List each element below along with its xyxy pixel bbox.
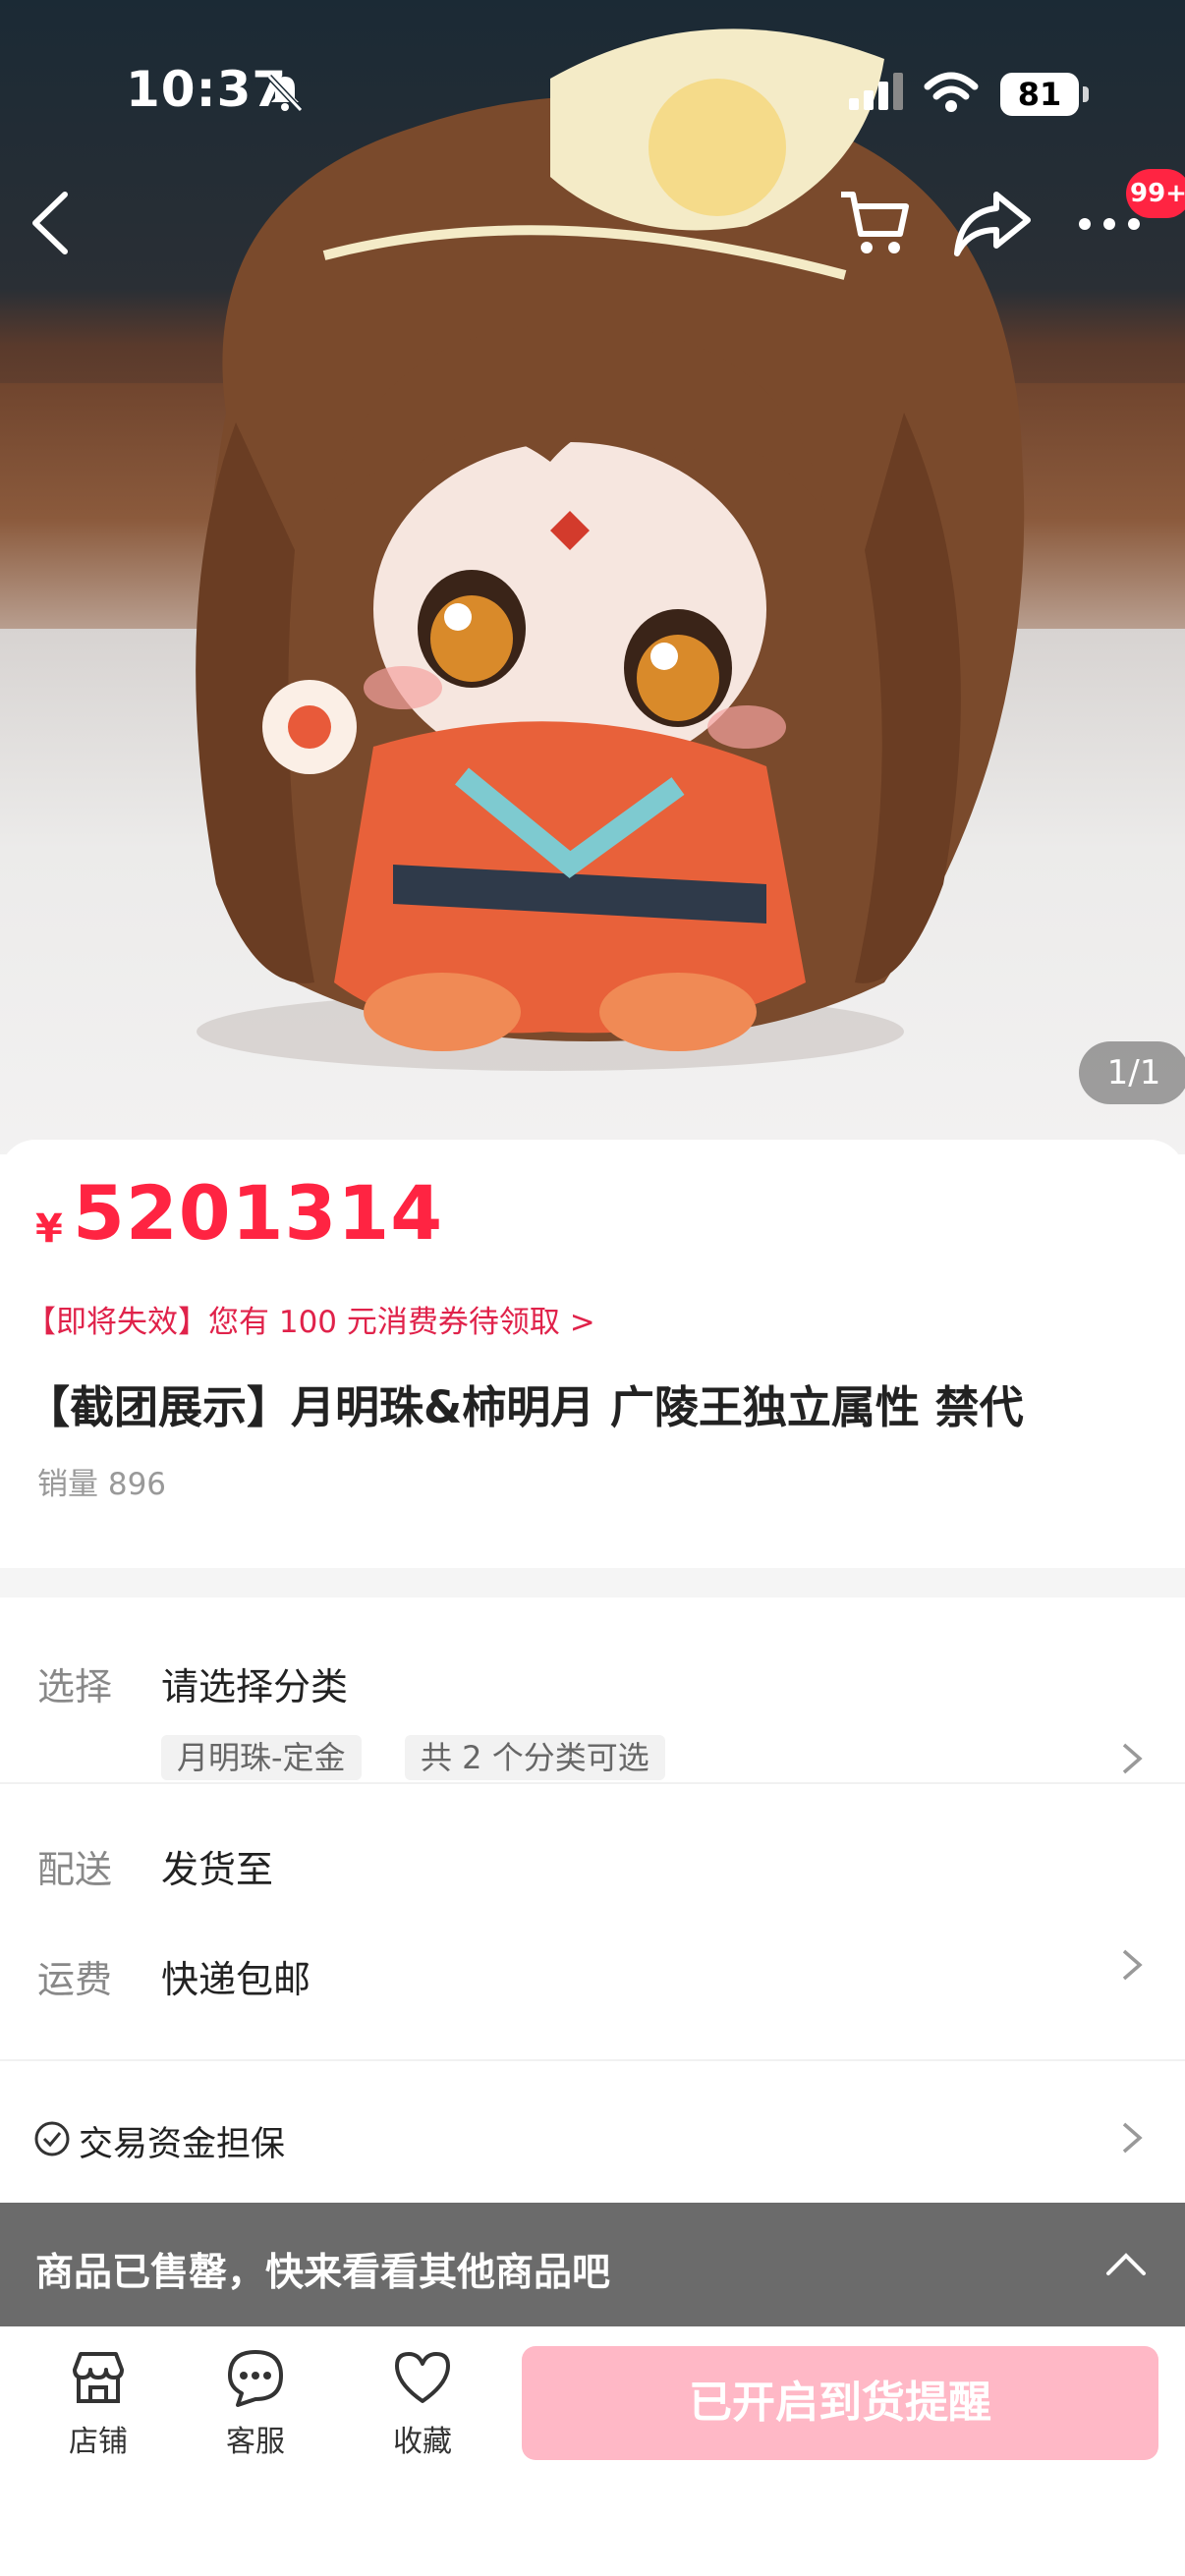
select-label: 选择: [37, 1665, 113, 1708]
variant-chip[interactable]: 月明珠-定金: [161, 1735, 362, 1780]
bell-muted-icon: [266, 74, 304, 113]
coupon-link[interactable]: 【即将失效】您有 100 元消费券待领取 >: [26, 1297, 595, 1341]
chevron-right-icon[interactable]: [1120, 1947, 1144, 1983]
section-divider: [0, 1568, 1185, 1597]
delivery-label: 配送: [37, 1848, 113, 1891]
cart-icon[interactable]: [837, 187, 912, 261]
sold-out-text: 商品已售罄，快来看看其他商品吧: [35, 2251, 611, 2295]
tab-store[interactable]: 店铺: [39, 2346, 157, 2460]
arrival-reminder-button[interactable]: 已开启到货提醒: [522, 2346, 1158, 2460]
heart-icon: [395, 2352, 450, 2403]
row-divider: [0, 1782, 1185, 1784]
battery-indicator: 81: [1000, 73, 1089, 116]
tab-service-label: 客服: [226, 2425, 285, 2459]
product-image[interactable]: 10:37 81 99+ 1/1: [0, 0, 1185, 1154]
price-currency: ¥: [35, 1206, 63, 1252]
delivery-value: 发货至: [161, 1848, 274, 1891]
chat-bubble-icon: [228, 2350, 283, 2407]
share-icon[interactable]: [953, 187, 1032, 261]
chevron-right-icon[interactable]: [1120, 1741, 1144, 1776]
row-divider: [0, 2059, 1185, 2061]
store-icon: [73, 2352, 124, 2403]
image-counter: 1/1: [1079, 1041, 1185, 1104]
product-title: 【截团展示】月明珠&柿明月 广陵王独立属性 禁代: [26, 1381, 1024, 1433]
tab-service[interactable]: 客服: [197, 2346, 314, 2460]
chevron-up-icon[interactable]: [1104, 2250, 1148, 2277]
tab-favorite[interactable]: 收藏: [364, 2346, 481, 2460]
shipping-label: 运费: [37, 1958, 113, 2001]
chevron-right-icon[interactable]: [1120, 2120, 1144, 2156]
shipping-value: 快递包邮: [161, 1958, 311, 2001]
check-circle-icon: [34, 2121, 70, 2156]
select-value: 请选择分类: [161, 1665, 349, 1708]
wifi-icon: [924, 72, 979, 112]
back-arrow-icon[interactable]: [26, 189, 75, 257]
price-value: 5201314: [73, 1169, 444, 1257]
variant-count-chip: 共 2 个分类可选: [405, 1735, 665, 1780]
cellular-signal-icon: [849, 73, 903, 110]
tab-store-label: 店铺: [69, 2425, 128, 2459]
tab-favorite-label: 收藏: [393, 2425, 452, 2459]
plush-doll-photo: [196, 28, 1025, 1071]
guarantee-text: 交易资金担保: [79, 2125, 286, 2164]
sales-count: 销量 896: [37, 1467, 167, 1502]
notification-badge: 99+: [1126, 169, 1185, 218]
